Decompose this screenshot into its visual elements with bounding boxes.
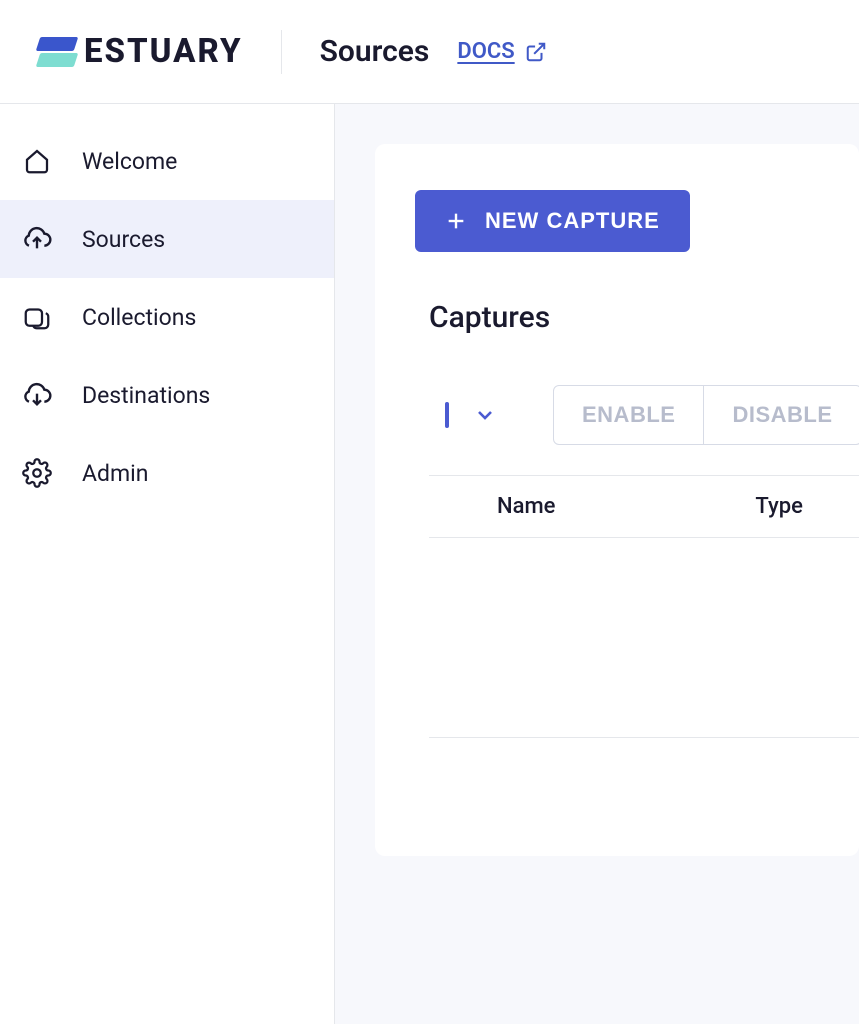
brand-name: ESTUARY xyxy=(84,32,243,71)
captures-table: Name Type xyxy=(429,475,859,738)
home-icon xyxy=(20,144,54,178)
brand-logo[interactable]: ESTUARY xyxy=(38,32,243,71)
sidebar-item-admin[interactable]: Admin xyxy=(0,434,334,512)
select-menu-button[interactable] xyxy=(473,400,497,430)
table-body xyxy=(429,538,859,738)
captures-toolbar: ENABLE DISABLE xyxy=(445,385,859,445)
sidebar-item-label: Destinations xyxy=(82,382,210,409)
column-type: Type xyxy=(755,494,803,519)
chevron-down-icon xyxy=(473,403,497,427)
plus-icon xyxy=(445,210,467,232)
gear-icon xyxy=(20,456,54,490)
collections-icon xyxy=(20,300,54,334)
section-title: Captures xyxy=(429,300,859,335)
docs-link-label: DOCS xyxy=(457,39,514,64)
cloud-down-icon xyxy=(20,378,54,412)
sidebar-item-destinations[interactable]: Destinations xyxy=(0,356,334,434)
sidebar-item-sources[interactable]: Sources xyxy=(0,200,334,278)
captures-card: NEW CAPTURE Captures ENABLE DISABLE xyxy=(375,144,859,856)
table-header: Name Type xyxy=(429,475,859,538)
external-link-icon xyxy=(525,41,547,63)
enable-button[interactable]: ENABLE xyxy=(553,385,704,445)
sidebar-item-label: Welcome xyxy=(82,148,177,175)
header-divider xyxy=(281,30,282,74)
sidebar-item-label: Admin xyxy=(82,460,148,487)
new-capture-label: NEW CAPTURE xyxy=(485,208,660,234)
logo-mark-icon xyxy=(38,33,76,71)
page-title: Sources xyxy=(320,34,430,69)
sidebar-item-label: Sources xyxy=(82,226,165,253)
sidebar-item-label: Collections xyxy=(82,304,196,331)
sidebar-nav: Welcome Sources xyxy=(0,104,335,1024)
new-capture-button[interactable]: NEW CAPTURE xyxy=(415,190,690,252)
docs-link[interactable]: DOCS xyxy=(457,39,546,64)
disable-button[interactable]: DISABLE xyxy=(704,385,859,445)
column-name: Name xyxy=(497,494,555,519)
app-header: ESTUARY Sources DOCS xyxy=(0,0,859,104)
main-content: NEW CAPTURE Captures ENABLE DISABLE xyxy=(335,104,859,1024)
sidebar-item-collections[interactable]: Collections xyxy=(0,278,334,356)
sidebar-item-welcome[interactable]: Welcome xyxy=(0,122,334,200)
cloud-up-icon xyxy=(20,222,54,256)
enable-disable-group: ENABLE DISABLE xyxy=(553,385,859,445)
select-all-checkbox[interactable] xyxy=(445,402,449,428)
